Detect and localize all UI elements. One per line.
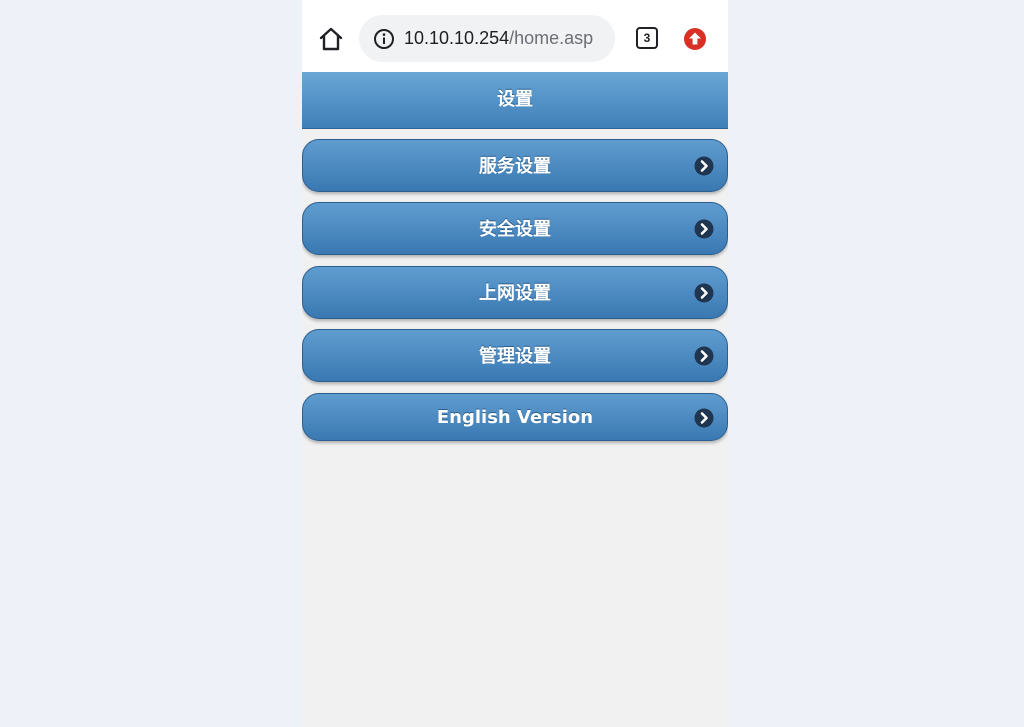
url-text[interactable]: 10.10.10.254/home.asp [404, 27, 593, 49]
menu-item-label: 安全设置 [479, 219, 551, 240]
menu-item-label: English Version [436, 407, 594, 428]
menu-item-service-settings[interactable]: 服务设置 [302, 139, 728, 192]
address-bar[interactable]: 10.10.10.254/home.asp [359, 15, 615, 62]
home-icon [319, 27, 343, 51]
menu-item-label: 管理设置 [479, 346, 551, 367]
menu-item-english-version[interactable]: English Version [302, 393, 728, 441]
home-button[interactable] [316, 24, 346, 54]
chevron-right-icon [694, 408, 714, 428]
chevron-right-icon [694, 219, 714, 239]
page-title: 设置 [497, 89, 533, 110]
browser-toolbar: 10.10.10.254/home.asp 3 [302, 0, 728, 72]
chevron-right-icon [694, 283, 714, 303]
menu-item-label: 服务设置 [479, 156, 551, 177]
menu-item-internet-settings[interactable]: 上网设置 [302, 266, 728, 319]
chevron-right-icon [694, 346, 714, 366]
chevron-right-icon [694, 156, 714, 176]
mobile-browser-viewport: 10.10.10.254/home.asp 3 设置 服务设置 安全设置 上网设… [302, 0, 728, 727]
page-header: 设置 [302, 72, 728, 129]
tab-switcher-button[interactable]: 3 [636, 27, 658, 49]
url-host: 10.10.10.254 [404, 28, 510, 48]
tab-count: 3 [643, 31, 651, 45]
menu-item-label: 上网设置 [479, 283, 551, 304]
update-button[interactable] [683, 27, 707, 51]
info-icon[interactable] [373, 28, 395, 50]
menu-item-admin-settings[interactable]: 管理设置 [302, 329, 728, 382]
update-arrow-icon [684, 28, 706, 50]
menu-item-security-settings[interactable]: 安全设置 [302, 202, 728, 255]
url-path: /home.asp [509, 28, 594, 48]
